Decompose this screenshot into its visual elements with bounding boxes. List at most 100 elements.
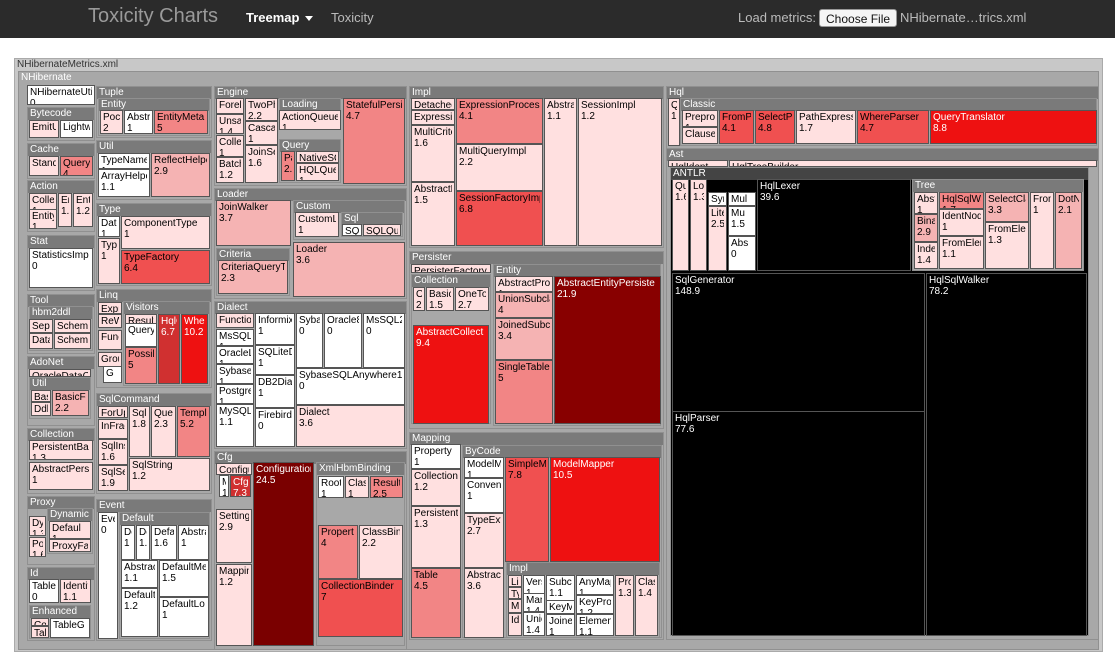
nav-treemap-dropdown[interactable]: Treemap [246, 10, 314, 25]
treemap-cell-mu[interactable]: Mu 1.5 [728, 206, 756, 236]
treemap-cell-hqlsqlw[interactable]: HqlSqlWa1.7 [939, 192, 984, 209]
treemap-cell-tab[interactable]: Tab [31, 626, 49, 638]
treemap-cell-unsa[interactable]: Unsa 1.4 [216, 114, 244, 134]
treemap-cell-hqlsqlwalker[interactable]: HqlSqlWalker 78.2 [926, 273, 1087, 636]
treemap-cell-clause[interactable]: Clause [682, 127, 718, 144]
treemap-cell-nhibernate_util[interactable]: NHibernateUti 0 [27, 85, 95, 105]
treemap-cell-en[interactable]: En1.1 [58, 193, 72, 227]
treemap-cell-defa[interactable]: Defa 1.6 [151, 525, 177, 560]
treemap-cell-clas[interactable]: Clas1.4 [635, 575, 658, 636]
treemap-cell-cfg_leaf[interactable]: Cfg.7.3 [230, 475, 251, 497]
treemap-cell-mul[interactable]: Mul1 [728, 192, 756, 206]
treemap-cell-from_t[interactable]: From1 [1030, 192, 1054, 269]
treemap-cell-statistics[interactable]: StatisticsImp 0 [29, 248, 93, 288]
treemap-cell-poco[interactable]: Poco2 [100, 110, 123, 134]
treemap-cell-bas[interactable]: Bas [31, 390, 51, 402]
treemap-cell-multiqueryimpl[interactable]: MultiQueryImpl 2.2 [456, 144, 543, 191]
treemap-cell-persistent_m[interactable]: Persistent 1.3 [411, 506, 461, 568]
treemap-cell-componenttype[interactable]: ComponentType 1 [121, 216, 210, 249]
treemap-cell-basicfo[interactable]: BasicFo2.2 [52, 390, 89, 416]
treemap-cell-lightw[interactable]: Lightwe [60, 120, 93, 138]
treemap-cell-configu[interactable]: Configu [216, 463, 252, 475]
treemap-cell-oracledatac[interactable]: OracleDataC [29, 369, 91, 377]
treemap-cell-abstract_bc[interactable]: Abstract 3.6 [464, 568, 504, 638]
treemap-cell-postgre[interactable]: Postgre 1 [216, 384, 254, 404]
treemap-cell-arrayhelpe[interactable]: ArrayHelpe 1.1 [98, 169, 150, 197]
treemap-cell-forup[interactable]: ForUp [98, 406, 128, 418]
treemap-cell-quer[interactable]: Quer2.3 [151, 406, 176, 457]
treemap-cell-typefactory[interactable]: TypeFactory 6.4 [121, 250, 210, 284]
treemap-cell-modelmapper[interactable]: ModelMapper 10.5 [550, 457, 660, 562]
treemap-cell-oraclel[interactable]: OracleL1 [216, 346, 254, 364]
treemap-cell-data[interactable]: Data [29, 333, 53, 349]
treemap-cell-even[interactable]: Even0 [98, 512, 118, 639]
treemap-cell-firebird[interactable]: Firebird 0 [255, 408, 295, 447]
treemap-cell-actionqueue[interactable]: ActionQueue 1 [279, 110, 341, 130]
treemap-cell-pro[interactable]: Pro1.3 [615, 575, 634, 636]
treemap-cell-syba[interactable]: Syba 0 [296, 313, 323, 368]
treemap-cell-possib[interactable]: Possib5 [125, 347, 157, 384]
treemap-cell-abstractcollec[interactable]: AbstractCollect 9.4 [413, 325, 489, 424]
treemap-cell-oc[interactable]: O2.1 [413, 287, 425, 311]
treemap-cell-statefulpersi[interactable]: StatefulPersi 4.7 [343, 98, 405, 184]
treemap-cell-functio[interactable]: Functio [216, 313, 254, 328]
treemap-cell-dotn[interactable]: DotN 2.1 [1055, 192, 1082, 269]
treemap-cell-defaul_p[interactable]: Defaul1 [49, 521, 91, 539]
treemap-cell-mssqlc[interactable]: MsSQLC1 [216, 329, 254, 346]
treemap-cell-sqlse[interactable]: SqlSe1.9 [98, 465, 128, 491]
treemap-cell-typeext[interactable]: TypeExt 2.7 [464, 513, 504, 568]
treemap-cell-dy[interactable]: Dy1.3 [29, 516, 46, 536]
treemap-cell-q_hql[interactable]: Q1.7 [668, 98, 680, 146]
treemap-cell-entitymeta[interactable]: EntityMeta 5 [154, 110, 208, 134]
treemap-cell-map_i[interactable]: Map [508, 599, 522, 613]
treemap-cell-setting[interactable]: Setting 2.9 [216, 509, 252, 563]
treemap-cell-abstr_tree[interactable]: Abstr1 [914, 192, 938, 214]
treemap-cell-templ[interactable]: Templa5.2 [177, 406, 210, 457]
treemap-cell-emitu[interactable]: EmitU [29, 120, 59, 138]
treemap-cell-cascad[interactable]: Cascad1 [245, 121, 278, 145]
treemap-cell-unio[interactable]: Unio1.4 [523, 612, 545, 636]
treemap-cell-propert[interactable]: Propert 4 [318, 525, 358, 579]
treemap-cell-lite[interactable]: Lite2.5 [708, 206, 727, 271]
treemap-cell-sybaseany[interactable]: SybaseSQLAnywhere1 0 [296, 368, 405, 405]
treemap-cell-keym[interactable]: KeyM [546, 600, 575, 614]
treemap-cell-qu[interactable]: Qu1.6 [672, 179, 689, 271]
treemap-cell-con[interactable]: Con [31, 618, 49, 626]
treemap-cell-expr[interactable]: Expr [98, 302, 122, 314]
treemap-cell-abstra_i[interactable]: Abstra 1.1 [544, 98, 577, 246]
treemap-cell-collectionbinder[interactable]: CollectionBinder 7 [318, 579, 403, 637]
treemap-cell-abstrac[interactable]: Abstrac 1.1 [121, 560, 158, 588]
treemap-cell-preproc[interactable]: Preproc1 [682, 110, 718, 127]
treemap-cell-defaultl[interactable]: Defaulti 1.2 [121, 588, 158, 637]
treemap-cell-sqlq[interactable]: SQL [342, 224, 362, 236]
treemap-cell-abstractentitypersiste[interactable]: AbstractEntityPersiste 21.9 [554, 276, 661, 424]
treemap-cell-abstractd[interactable]: AbstractD1.5 [411, 182, 455, 246]
treemap-cell-persistentba[interactable]: PersistentBa 1.3 [29, 440, 93, 460]
treemap-cell-sep[interactable]: Sep [29, 319, 53, 333]
treemap-cell-typename[interactable]: TypeName1 [98, 153, 150, 169]
treemap-cell-defaultme[interactable]: DefaultMe 1.5 [159, 560, 209, 597]
treemap-cell-mssql20[interactable]: MsSQL200 [363, 313, 405, 368]
treemap-cell-pathexpress[interactable]: PathExpress 1.7 [796, 110, 856, 144]
treemap-cell-nativesq[interactable]: NativeSQ1 [296, 151, 339, 163]
treemap-cell-elemen[interactable]: Elemen 1.1 [576, 614, 614, 636]
treemap-cell-hqlident[interactable]: HqlIdent [668, 160, 728, 167]
treemap-cell-whereparser[interactable]: WhereParser 4.7 [857, 110, 929, 144]
treemap-cell-collec_e[interactable]: Collec1 [216, 135, 244, 157]
treemap-cell-persisterfactory[interactable]: PersisterFactory [411, 264, 491, 273]
treemap-cell-classbin[interactable]: ClassBin 2.2 [359, 525, 403, 579]
treemap-cell-entity_a[interactable]: Entity1 [29, 209, 57, 229]
treemap-cell-hqlge[interactable]: HqlG6.7 [158, 314, 180, 384]
treemap-cell-detached[interactable]: Detached [411, 98, 455, 110]
treemap-cell-joinedsubcl[interactable]: JoinedSubcl 3.4 [495, 318, 553, 360]
treemap-cell-root[interactable]: Root 1 [318, 476, 344, 498]
treemap-cell-sqlited[interactable]: SQLiteD1 [255, 345, 295, 375]
treemap-cell-syr[interactable]: Syr1 [708, 192, 727, 206]
treemap-cell-queryh[interactable]: QueryH4 [60, 156, 93, 176]
treemap-cell-hqlparser[interactable]: HqlParser 77.6 [672, 411, 925, 636]
treemap-cell-list[interactable]: List [508, 575, 522, 587]
treemap-cell-defaultlo[interactable]: DefaultLo 1 [159, 597, 209, 637]
treemap-cell-func[interactable]: Func [98, 330, 122, 350]
treemap-cell-abstra_e[interactable]: Abstra1 [178, 525, 209, 560]
treemap-cell-grou[interactable]: Grou [98, 352, 122, 367]
